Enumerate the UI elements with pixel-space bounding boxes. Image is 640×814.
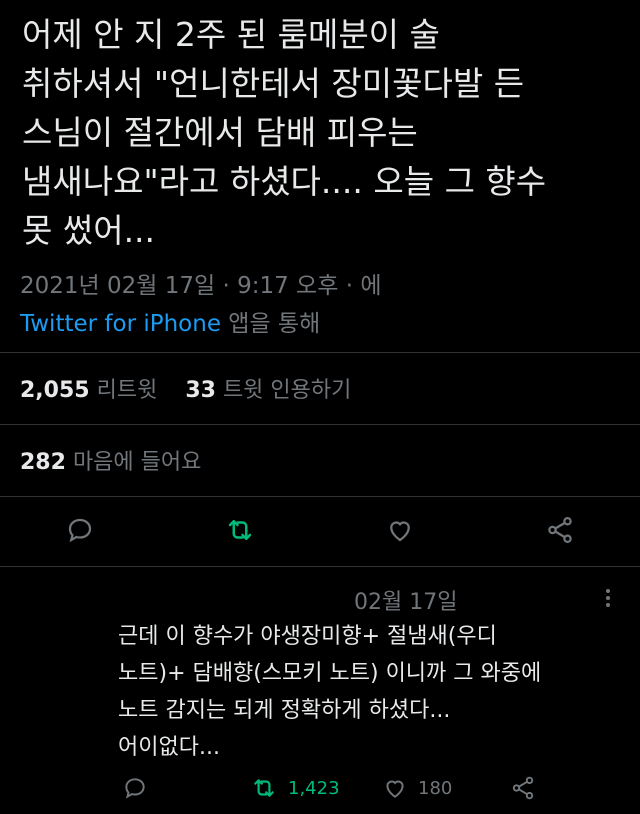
tweet-timestamp[interactable]: 2021년 02월 17일 · 9:17 오후 · 에 xyxy=(20,266,381,300)
likes-stat[interactable]: 282 마음에 들어요 xyxy=(20,444,201,476)
share-icon xyxy=(548,517,572,543)
reply-button[interactable] xyxy=(60,510,100,550)
reply-text: 근데 이 향수가 야생장미향+ 절냄새(우디 노트)+ 담배향(스모키 노트) … xyxy=(118,624,542,760)
tweet-source: Twitter for iPhone 앱을 통해 xyxy=(20,304,320,338)
divider xyxy=(0,566,640,567)
divider xyxy=(0,496,640,497)
share-button[interactable] xyxy=(540,510,580,550)
quotes-label: 트윗 인용하기 xyxy=(222,378,352,403)
quotes-count: 33 xyxy=(185,378,216,403)
retweet-button[interactable] xyxy=(220,510,260,550)
reply-actions: 1,423 180 xyxy=(0,770,640,806)
quotes-stat[interactable]: 33 트윗 인용하기 xyxy=(185,378,351,403)
likes-count: 282 xyxy=(20,450,66,475)
reply-share-button[interactable] xyxy=(510,770,546,806)
retweet-icon xyxy=(228,520,252,540)
retweet-icon xyxy=(254,779,274,797)
retweets-count: 2,055 xyxy=(20,378,90,403)
more-vertical-icon xyxy=(606,589,610,607)
reply-icon xyxy=(125,778,145,799)
reply-reply-button[interactable] xyxy=(122,770,158,806)
retweets-label: 리트윗 xyxy=(96,378,158,403)
source-suffix: 앱을 통해 xyxy=(220,311,321,337)
reply-retweet-button[interactable]: 1,423 xyxy=(250,770,340,806)
reply-like-button[interactable]: 180 xyxy=(382,770,452,806)
source-app-link[interactable]: Twitter for iPhone xyxy=(20,311,221,337)
divider xyxy=(0,352,640,353)
tweet-actions xyxy=(0,510,640,550)
like-button[interactable] xyxy=(380,510,420,550)
divider xyxy=(0,424,640,425)
reply-like-count: 180 xyxy=(418,777,453,799)
tweet-text: 어제 안 지 2주 된 룸메분이 술 취하셔서 "언니한테서 장미꽃다발 든 스… xyxy=(22,15,547,250)
reply-tweet[interactable]: 02월 17일 근데 이 향수가 야생장미향+ 절냄새(우디 노트)+ 담배향(… xyxy=(0,570,640,814)
likes-label: 마음에 들어요 xyxy=(72,450,202,475)
reply-icon xyxy=(68,518,92,543)
reply-retweet-count: 1,423 xyxy=(288,777,340,799)
retweets-stat[interactable]: 2,055 리트윗 xyxy=(20,378,157,403)
retweet-quote-stats: 2,055 리트윗 33 트윗 인용하기 xyxy=(20,372,351,404)
reply-date[interactable]: 02월 17일 xyxy=(354,584,457,616)
more-options-button[interactable] xyxy=(598,586,618,610)
heart-icon xyxy=(386,780,404,798)
share-icon xyxy=(512,776,534,800)
heart-icon xyxy=(390,521,410,542)
